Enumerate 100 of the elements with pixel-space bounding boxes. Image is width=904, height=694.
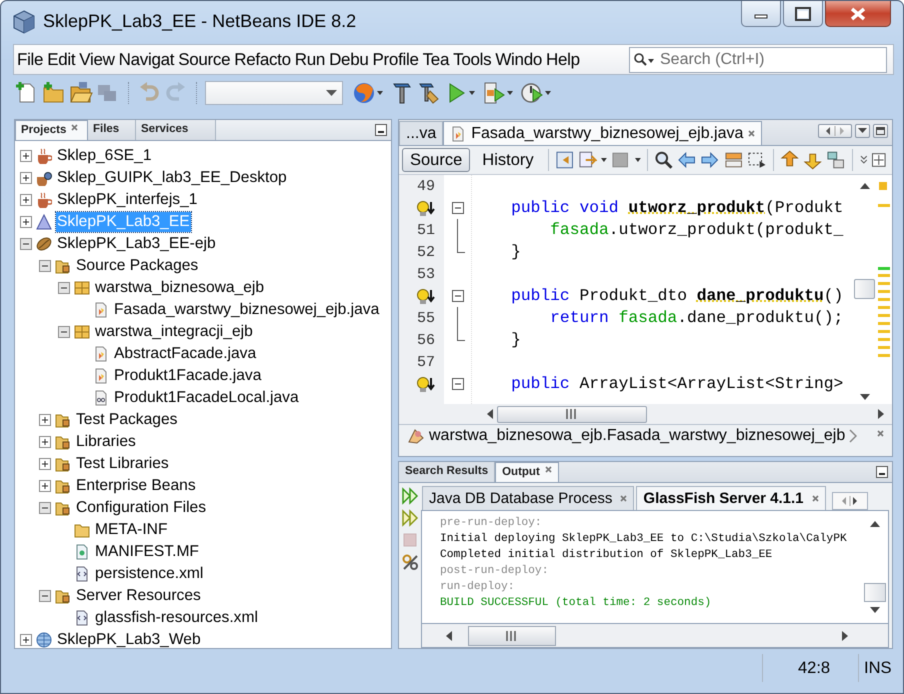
menu-item[interactable]: Navigat [118, 50, 174, 70]
close-button[interactable] [825, 1, 891, 27]
scroll-thumb[interactable] [854, 279, 875, 299]
tree-item[interactable]: Libraries [75, 432, 137, 452]
view-tab[interactable]: History [474, 148, 542, 172]
caret-icon[interactable] [377, 91, 383, 95]
tree-item[interactable]: glassfish-resources.xml [94, 608, 259, 628]
tree-item[interactable]: Test Libraries [75, 454, 170, 474]
tree-item[interactable]: SklepPK_Lab3_Web [56, 630, 202, 650]
tree-item[interactable]: MANIFEST.MF [94, 542, 200, 562]
debug-icon[interactable] [482, 81, 506, 105]
tree-item[interactable]: warstwa_integracji_ejb [94, 322, 254, 342]
tree-item[interactable]: Server Resources [75, 586, 202, 606]
process-tab[interactable]: Java DB Database Process [422, 486, 634, 510]
chevron-right-icon[interactable] [849, 428, 858, 442]
breadcrumb[interactable]: warstwa_biznesowa_ejb.Fasada_warstwy_biznesowej_ejb [429, 426, 846, 444]
process-tab[interactable]: GlassFish Server 4.1.1 [636, 486, 826, 510]
left-arrow-icon[interactable] [676, 150, 696, 170]
close-icon[interactable] [812, 495, 819, 502]
scroll-thumb[interactable] [864, 583, 886, 602]
hammer-broom-icon[interactable] [417, 81, 441, 105]
plus-icon[interactable] [39, 414, 51, 426]
highlight-icon[interactable] [724, 150, 744, 170]
panel-tab[interactable]: Services [136, 120, 216, 140]
hammer-icon[interactable] [390, 81, 414, 105]
menu-item[interactable]: Source [178, 50, 230, 70]
gauge-icon[interactable] [520, 81, 544, 105]
plus-icon[interactable] [20, 634, 32, 646]
collapse-icon[interactable] [452, 378, 464, 390]
up-icon[interactable] [870, 521, 880, 527]
tree-item[interactable]: Produkt1FacadeLocal.java [113, 388, 300, 408]
caret-icon[interactable] [634, 158, 640, 162]
up-icon[interactable] [860, 183, 870, 189]
plus-icon[interactable] [20, 216, 32, 228]
shapes-icon[interactable] [826, 150, 846, 170]
plus-icon[interactable] [20, 194, 32, 206]
left-icon[interactable] [487, 409, 493, 419]
close-icon[interactable] [620, 495, 628, 502]
menu-item[interactable]: Tools [453, 50, 492, 70]
minimize-icon[interactable] [375, 124, 387, 136]
right-icon[interactable] [878, 409, 884, 419]
menu-item[interactable]: Profile [372, 50, 419, 70]
tree-item[interactable]: Sklep_6SE_1 [56, 146, 152, 166]
scroll-thumb[interactable] [468, 626, 556, 646]
search-field[interactable]: Search (Ctrl+I) [629, 46, 887, 72]
caret-icon[interactable] [469, 91, 475, 95]
menu-item[interactable]: Tea [422, 50, 450, 70]
plus-icon[interactable] [39, 480, 51, 492]
tree-item[interactable]: AbstractFacade.java [113, 344, 258, 364]
tree-item[interactable]: Configuration Files [75, 498, 208, 518]
down-icon[interactable] [860, 394, 870, 400]
open-folder-icon[interactable] [69, 81, 93, 105]
minus-icon[interactable] [39, 590, 51, 602]
menu-item[interactable]: Run [294, 50, 326, 70]
caret-icon[interactable] [507, 91, 513, 95]
collapse-icon[interactable] [452, 290, 464, 302]
panel-tab[interactable]: Projects [15, 120, 88, 140]
tree-item[interactable]: warstwa_biznesowa_ejb [94, 278, 266, 298]
caret-icon[interactable] [545, 91, 551, 95]
menu-item[interactable]: Debu [329, 50, 369, 70]
editor-tab[interactable]: ...va [399, 121, 444, 145]
tree-item[interactable]: Produkt1Facade.java [113, 366, 262, 386]
plus-icon[interactable] [39, 436, 51, 448]
close-icon[interactable] [748, 130, 756, 137]
tree-item[interactable]: SklepPK_Lab3_EE-ejb [56, 234, 217, 254]
minimize-button[interactable] [741, 1, 781, 27]
tree-item[interactable]: Enterprise Beans [75, 476, 197, 496]
collapse-icon[interactable] [452, 202, 464, 214]
down-icon[interactable] [870, 607, 880, 613]
fast-forward-icon[interactable] [401, 509, 419, 527]
left-icon[interactable] [446, 630, 452, 640]
tree-item[interactable]: Test Packages [75, 410, 178, 430]
minus-icon[interactable] [20, 238, 32, 250]
maximize-button[interactable] [783, 1, 823, 27]
view-tab[interactable]: Source [402, 148, 470, 172]
plus-icon[interactable] [20, 172, 32, 184]
back-icon[interactable] [554, 150, 574, 170]
fast-forward-icon[interactable] [401, 487, 419, 505]
right-arrow-icon[interactable] [700, 150, 720, 170]
panel-tab[interactable]: Output [495, 462, 559, 482]
caret-icon[interactable] [601, 158, 608, 162]
editor-tab[interactable]: Fasada_warstwy_biznesowej_ejb.java [443, 121, 762, 145]
bulb-icon[interactable] [416, 376, 435, 392]
menu-item[interactable]: File [17, 50, 44, 70]
chevron-icon[interactable] [858, 154, 868, 166]
minus-icon[interactable] [58, 282, 70, 294]
dropdown-field[interactable] [205, 81, 343, 105]
tree-item[interactable]: Sklep_GUIPK_lab3_EE_Desktop [56, 168, 288, 188]
selection-icon[interactable] [747, 150, 767, 170]
minus-icon[interactable] [39, 502, 51, 514]
close-icon[interactable] [544, 466, 552, 473]
minimize-icon[interactable] [876, 466, 888, 478]
right-icon[interactable] [842, 630, 848, 640]
close-icon[interactable] [71, 124, 78, 131]
menu-item[interactable]: Windo [495, 50, 542, 70]
panel-tab[interactable]: Files [88, 120, 136, 140]
new-folder-icon[interactable] [42, 81, 66, 105]
maximize-icon[interactable] [873, 124, 888, 138]
tree-item[interactable]: META-INF [94, 520, 168, 540]
close-icon[interactable] [877, 430, 884, 437]
